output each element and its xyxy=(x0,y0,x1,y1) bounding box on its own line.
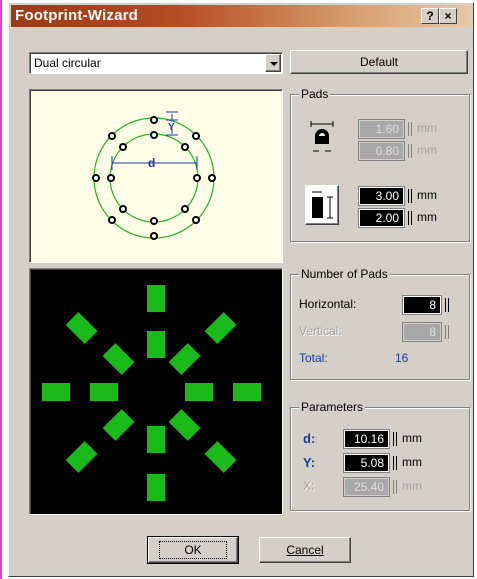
dual-circular-diagram: d Y xyxy=(92,111,216,240)
param-x-unit: mm xyxy=(402,479,422,493)
through-hole-pad-icon xyxy=(310,121,334,152)
pad-height-spinner[interactable] xyxy=(407,210,413,226)
smd-pad-icon xyxy=(305,185,339,225)
horizontal-spinner[interactable] xyxy=(444,297,450,313)
pad-height-field[interactable]: 2.00 xyxy=(358,208,405,228)
ok-button-label: OK xyxy=(159,541,227,559)
total-label: Total: xyxy=(299,351,328,365)
param-y-label: Y: xyxy=(303,455,316,470)
pad-inner-br xyxy=(168,409,201,441)
param-d-spinner[interactable] xyxy=(392,431,398,447)
parameters-label: Parameters xyxy=(299,400,366,414)
pad-inner-bl xyxy=(102,409,135,441)
pad-outer-top xyxy=(147,285,165,312)
chevron-down-icon[interactable] xyxy=(265,54,281,72)
vertical-spinner[interactable] xyxy=(444,324,450,340)
help-button[interactable]: ? xyxy=(421,8,439,24)
vertical-count-field[interactable]: 8 xyxy=(402,322,442,342)
pad-inner-right xyxy=(185,383,213,401)
pad-inner-left xyxy=(90,383,118,401)
pads-group: Pads 1.60 mm 0.80 mm 3.00 mm 2.00 mm xyxy=(290,87,470,242)
default-button[interactable]: Default xyxy=(290,50,468,74)
pad-outer-tl xyxy=(65,312,98,344)
pad-layout xyxy=(42,285,261,501)
close-button[interactable]: × xyxy=(439,8,457,24)
vertical-label: Vertical: xyxy=(299,324,342,338)
pad-inner-bottom xyxy=(147,426,165,453)
parameters-group: Parameters d: 10.16 mm Y: 5.08 mm X: 25.… xyxy=(290,400,470,511)
param-y-unit: mm xyxy=(402,455,422,469)
title-bar[interactable]: Footprint-Wizard ? × xyxy=(11,5,471,27)
pad-inner-tr xyxy=(168,343,201,375)
pad-outer-tr xyxy=(204,312,237,344)
preview-y-label: Y xyxy=(168,122,175,133)
pad-width-field[interactable]: 3.00 xyxy=(358,186,405,206)
hole-inner-field[interactable]: 0.80 xyxy=(358,141,405,161)
param-y-field[interactable]: 5.08 xyxy=(343,453,390,473)
number-of-pads-group: Number of Pads Horizontal: 8 Vertical: 8… xyxy=(290,267,470,380)
param-d-field[interactable]: 10.16 xyxy=(343,429,390,449)
number-of-pads-label: Number of Pads xyxy=(299,267,390,281)
pad-width-unit: mm xyxy=(417,188,437,202)
shape-select-value: Dual circular xyxy=(34,56,101,70)
param-d-label: d: xyxy=(303,431,316,446)
hole-outer-field[interactable]: 1.60 xyxy=(358,119,405,139)
preview-d-label: d xyxy=(148,156,155,170)
pad-inner-top xyxy=(147,331,165,358)
hole-inner-unit: mm xyxy=(417,143,437,157)
footprint-preview: d Y xyxy=(29,89,283,263)
hole-inner-spinner[interactable] xyxy=(407,143,413,159)
param-x-spinner[interactable] xyxy=(392,479,398,495)
background-edge xyxy=(0,0,2,579)
window-title: Footprint-Wizard xyxy=(15,7,139,24)
param-x-field[interactable]: 25.40 xyxy=(343,477,390,497)
pad-outer-bottom xyxy=(147,474,165,501)
pads-group-label: Pads xyxy=(299,87,331,101)
pad-outer-left xyxy=(42,383,70,401)
ok-button[interactable]: OK xyxy=(147,536,239,564)
cancel-button[interactable]: Cancel xyxy=(259,537,351,563)
pad-height-unit: mm xyxy=(417,210,437,224)
pad-width-spinner[interactable] xyxy=(407,188,413,204)
horizontal-count-field[interactable]: 8 xyxy=(402,295,442,315)
pad-inner-tl xyxy=(102,343,135,375)
pad-outer-bl xyxy=(65,441,98,473)
total-value: 16 xyxy=(395,351,409,365)
param-d-unit: mm xyxy=(402,431,422,445)
param-x-label: X: xyxy=(303,479,315,493)
hole-outer-unit: mm xyxy=(417,121,437,135)
horizontal-label: Horizontal: xyxy=(299,297,357,311)
footprint-wizard-dialog: Footprint-Wizard ? × Dual circular Defau… xyxy=(8,2,474,577)
pad-outer-right xyxy=(233,383,261,401)
pcb-preview xyxy=(29,268,283,515)
hole-outer-spinner[interactable] xyxy=(407,121,413,137)
param-y-spinner[interactable] xyxy=(392,455,398,471)
pad-outer-br xyxy=(204,441,237,473)
shape-select[interactable]: Dual circular xyxy=(29,52,283,74)
